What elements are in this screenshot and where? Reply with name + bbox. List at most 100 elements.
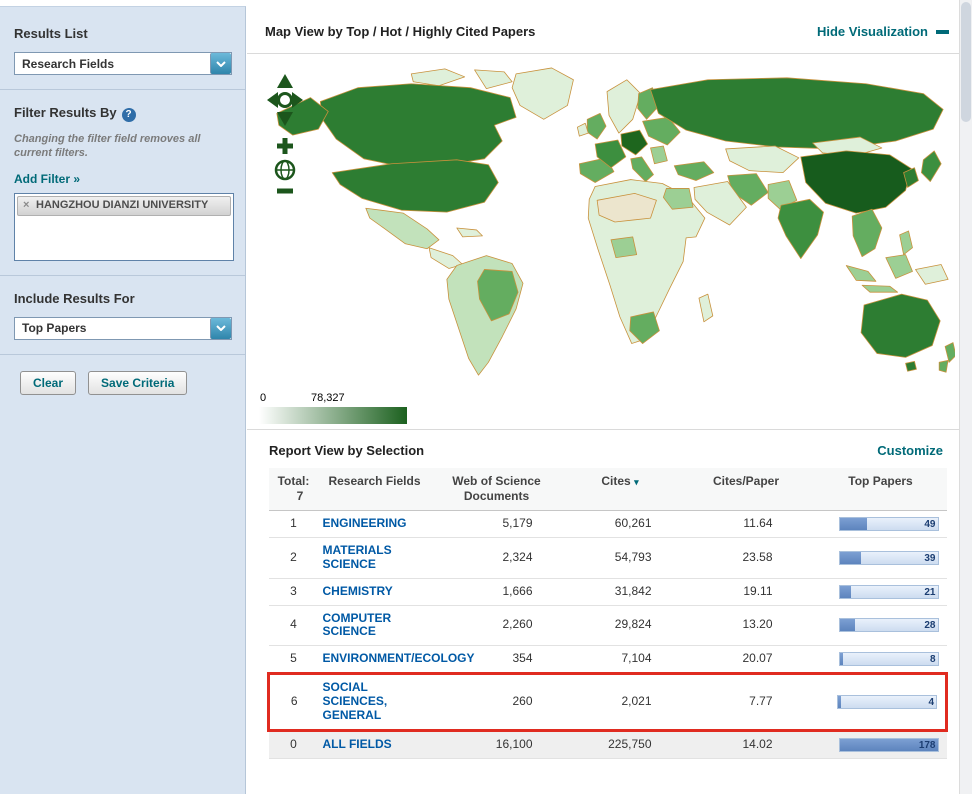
cites-sort-header[interactable]: Cites ▾ <box>563 468 678 511</box>
pan-left-icon <box>267 92 278 108</box>
remove-filter-icon[interactable]: × <box>23 199 29 212</box>
bar-value: 8 <box>930 654 936 666</box>
report-body: 1 ENGINEERING 5,179 60,261 11.64 49 2 MA… <box>269 511 947 759</box>
world-map-svg[interactable] <box>263 62 955 388</box>
save-criteria-button[interactable]: Save Criteria <box>88 371 187 395</box>
total-header: Total: 7 <box>269 468 319 511</box>
table-header-row: Total: 7 Research Fields Web of Science … <box>269 468 947 511</box>
filter-tag[interactable]: × HANGZHOU DIANZI UNIVERSITY <box>17 196 231 216</box>
report-view-header: Report View by Selection Customize <box>247 430 959 468</box>
row-cites-per-paper: 13.20 <box>678 605 815 646</box>
filter-list-box[interactable]: × HANGZHOU DIANZI UNIVERSITY <box>14 193 234 261</box>
field-link[interactable]: MATERIALS SCIENCE <box>323 543 392 571</box>
row-cites-per-paper: 11.64 <box>678 511 815 538</box>
table-row: 5 ENVIRONMENT/ECOLOGY 354 7,104 20.07 8 <box>269 646 947 674</box>
include-results-dropdown[interactable]: Top Papers <box>14 317 232 340</box>
filter-note: Changing the filter field removes all cu… <box>14 133 214 161</box>
page: Results List Research Fields Filter Resu… <box>0 0 972 794</box>
row-docs: 16,100 <box>431 730 563 758</box>
pan-right-icon <box>292 92 303 108</box>
collapse-minus-icon[interactable] <box>936 30 949 34</box>
chevron-down-icon[interactable] <box>210 53 231 74</box>
field-link[interactable]: CHEMISTRY <box>323 584 393 598</box>
row-cites: 2,021 <box>563 674 678 730</box>
table-row: 3 CHEMISTRY 1,666 31,842 19.11 21 <box>269 578 947 605</box>
row-docs: 5,179 <box>431 511 563 538</box>
chevron-down-icon[interactable] <box>210 318 231 339</box>
sidebar-divider <box>0 89 245 90</box>
row-cites-per-paper: 19.11 <box>678 578 815 605</box>
map-view-header: Map View by Top / Hot / Highly Cited Pap… <box>247 0 959 54</box>
field-link[interactable]: ENGINEERING <box>323 516 407 530</box>
bar-fill <box>840 653 844 665</box>
row-cites-per-paper: 23.58 <box>678 538 815 579</box>
bar-value: 4 <box>928 697 934 709</box>
scrollbar-thumb[interactable] <box>961 2 971 122</box>
row-rank: 6 <box>269 674 319 730</box>
bar-value: 39 <box>924 553 935 565</box>
table-row: 0 ALL FIELDS 16,100 225,750 14.02 178 <box>269 730 947 758</box>
legend-gradient-bar <box>259 407 407 424</box>
help-icon[interactable]: ? <box>122 108 136 122</box>
results-list-heading: Results List <box>14 26 88 41</box>
row-docs: 1,666 <box>431 578 563 605</box>
row-docs: 2,260 <box>431 605 563 646</box>
row-cites: 60,261 <box>563 511 678 538</box>
report-section: Report View by Selection Customize Total… <box>247 430 959 759</box>
map-legend: 0 78,327 <box>259 393 411 424</box>
filter-tag-label: HANGZHOU DIANZI UNIVERSITY <box>36 199 208 211</box>
main-content: Map View by Top / Hot / Highly Cited Pap… <box>247 0 959 794</box>
add-filter-link[interactable]: Add Filter » <box>14 172 80 186</box>
pan-down-icon <box>277 112 293 126</box>
row-docs: 260 <box>431 674 563 730</box>
row-rank: 1 <box>269 511 319 538</box>
map-zoom-controls[interactable] <box>263 70 307 200</box>
world-map[interactable]: 0 78,327 <box>247 54 959 430</box>
pan-center-icon <box>279 94 292 107</box>
top-papers-bar: 21 <box>839 585 939 599</box>
top-papers-bar: 178 <box>839 738 939 752</box>
row-rank: 0 <box>269 730 319 758</box>
row-cites-per-paper: 14.02 <box>678 730 815 758</box>
table-row: 1 ENGINEERING 5,179 60,261 11.64 49 <box>269 511 947 538</box>
bar-value: 21 <box>924 587 935 599</box>
table-row: 6 SOCIAL SCIENCES, GENERAL 260 2,021 7.7… <box>269 674 947 730</box>
field-link[interactable]: ENVIRONMENT/ECOLOGY <box>323 651 475 665</box>
bar-fill <box>840 586 852 598</box>
results-list-value: Research Fields <box>15 57 210 71</box>
results-list-dropdown[interactable]: Research Fields <box>14 52 232 75</box>
report-table: Total: 7 Research Fields Web of Science … <box>267 468 948 759</box>
bar-fill <box>840 619 856 631</box>
zoom-in-icon <box>277 138 293 154</box>
bar-value: 49 <box>924 519 935 531</box>
row-docs: 2,324 <box>431 538 563 579</box>
row-cites: 225,750 <box>563 730 678 758</box>
pan-up-icon <box>277 74 293 88</box>
cites-per-paper-header: Cites/Paper <box>678 468 815 511</box>
wos-documents-header: Web of Science Documents <box>431 468 563 511</box>
row-rank: 5 <box>269 646 319 674</box>
field-link[interactable]: ALL FIELDS <box>323 737 392 751</box>
include-results-value: Top Papers <box>15 321 210 335</box>
top-papers-header: Top Papers <box>815 468 947 511</box>
bar-fill <box>840 518 867 530</box>
vertical-scrollbar[interactable] <box>959 0 972 794</box>
row-cites: 7,104 <box>563 646 678 674</box>
row-rank: 3 <box>269 578 319 605</box>
bar-value: 178 <box>919 740 936 752</box>
clear-button[interactable]: Clear <box>20 371 76 395</box>
row-rank: 2 <box>269 538 319 579</box>
row-cites: 54,793 <box>563 538 678 579</box>
hide-visualization-link[interactable]: Hide Visualization <box>817 24 928 39</box>
top-papers-bar: 39 <box>839 551 939 565</box>
sidebar: Results List Research Fields Filter Resu… <box>0 6 246 794</box>
bar-value: 28 <box>924 620 935 632</box>
row-rank: 4 <box>269 605 319 646</box>
field-link[interactable]: COMPUTER SCIENCE <box>323 611 392 639</box>
row-cites: 31,842 <box>563 578 678 605</box>
customize-link[interactable]: Customize <box>877 443 943 458</box>
field-link[interactable]: SOCIAL SCIENCES, GENERAL <box>323 680 388 722</box>
include-results-heading: Include Results For <box>14 291 135 306</box>
bar-fill <box>838 696 841 708</box>
table-row: 4 COMPUTER SCIENCE 2,260 29,824 13.20 28 <box>269 605 947 646</box>
